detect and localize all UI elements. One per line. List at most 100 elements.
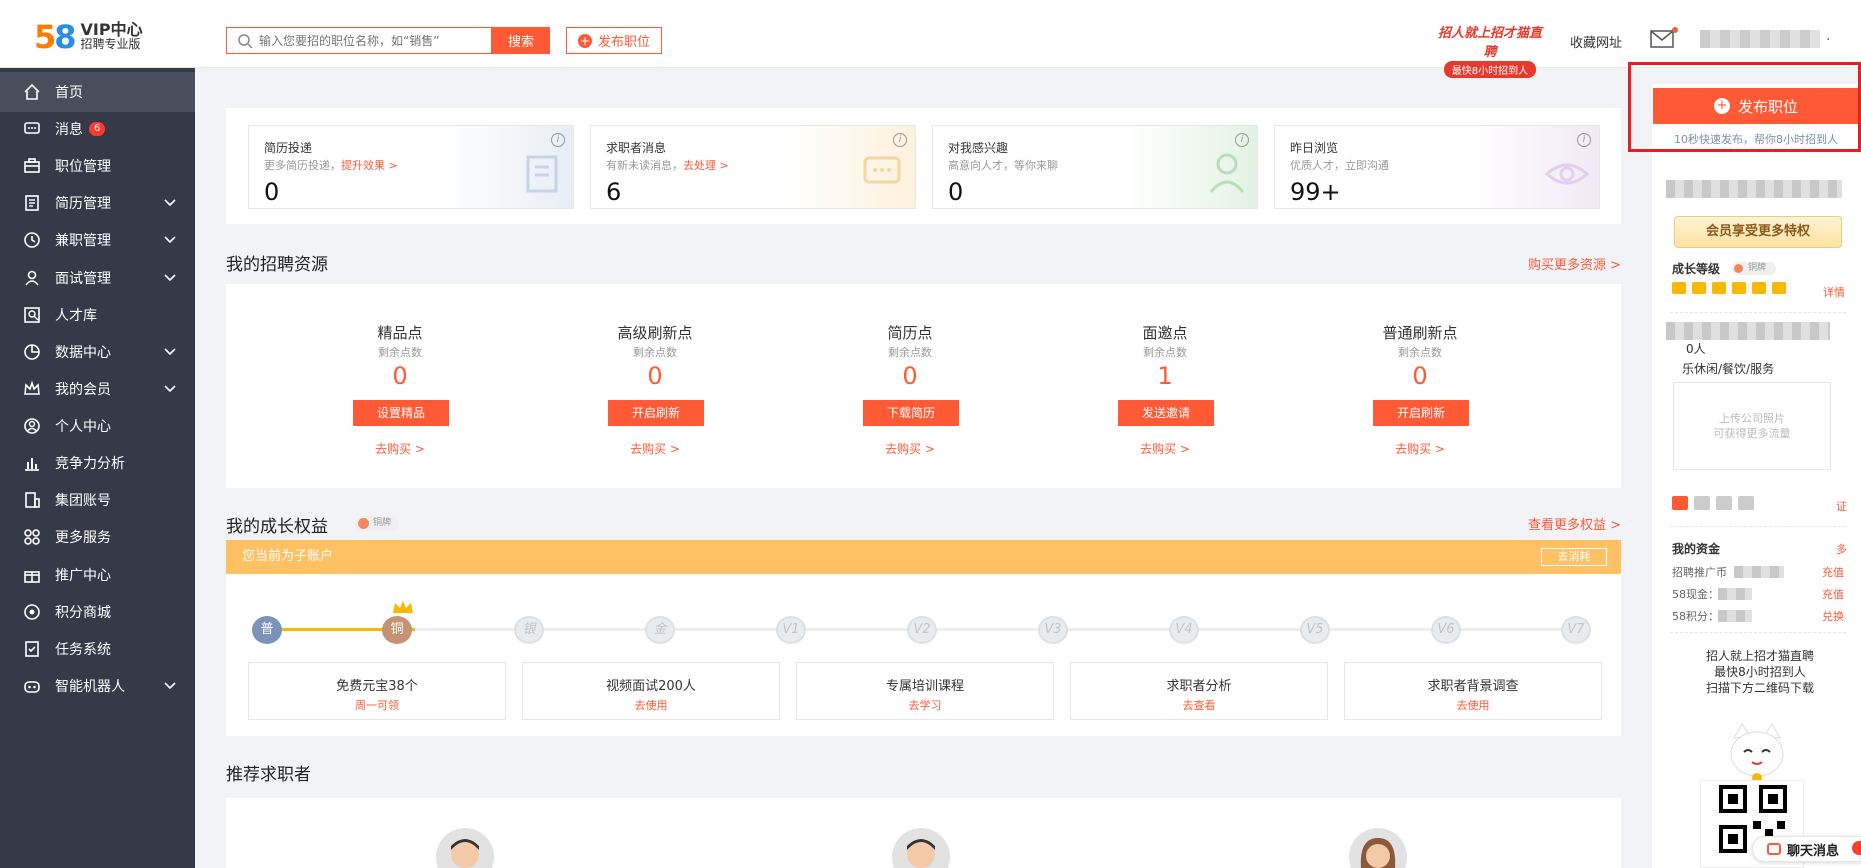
level-node[interactable]: 金 — [645, 616, 675, 644]
sidebar-item-resume[interactable]: 简历管理 — [0, 183, 195, 223]
fund-action-link[interactable]: 充值 — [1822, 586, 1844, 602]
sidebar-item-crown[interactable]: 我的会员 — [0, 369, 195, 409]
resource-buy-link[interactable]: 去购买 > — [810, 440, 1010, 457]
resource-sub: 剩余点数 — [1143, 346, 1187, 359]
benefit-card[interactable]: 求职者背景调查去使用 — [1344, 662, 1602, 720]
privilege-icon — [1672, 282, 1686, 294]
search-button[interactable]: 搜索 — [492, 27, 550, 54]
resource-action-button[interactable]: 开启刷新 — [608, 400, 704, 426]
resource-action-button[interactable]: 开启刷新 — [1373, 400, 1469, 426]
sidebar-item-chart-pie[interactable]: 数据中心 — [0, 332, 195, 372]
candidate-avatar[interactable] — [892, 828, 950, 868]
resource-name: 简历点 — [887, 324, 933, 342]
stat-title: 对我感兴趣 — [948, 141, 1009, 155]
candidate-avatar[interactable] — [436, 828, 494, 868]
sidebar-item-gift[interactable]: 推广中心 — [0, 555, 195, 595]
sidebar-item-grid[interactable]: 更多服务 — [0, 517, 195, 557]
go-consume-button[interactable]: 去消耗 — [1541, 548, 1607, 566]
resource-buy-link[interactable]: 去购买 > — [1065, 440, 1265, 457]
level-node[interactable]: V6 — [1431, 616, 1461, 644]
buy-more-resources-link[interactable]: 购买更多资源 > — [1528, 254, 1621, 273]
growth-details-link[interactable]: 详情 — [1823, 284, 1845, 300]
fund-action-link[interactable]: 充值 — [1822, 564, 1844, 580]
crown-icon — [393, 601, 413, 613]
sidebar-item-clock[interactable]: 兼职管理 — [0, 220, 195, 260]
sidebar-item-robot[interactable]: 智能机器人 — [0, 666, 195, 706]
resource-action-button[interactable]: 下载简历 — [863, 400, 959, 426]
view-more-benefits-link[interactable]: 查看更多权益 > — [1528, 514, 1621, 533]
user-caret[interactable]: . — [1826, 28, 1830, 44]
bronze-badge-small: 铜牌 — [1732, 262, 1776, 275]
sidebar-item-bar-chart[interactable]: 竞争力分析 — [0, 443, 195, 483]
vip-privilege-banner[interactable]: 会员享受更多特权 — [1674, 216, 1842, 248]
benefit-action-link[interactable]: 去使用 — [1345, 697, 1601, 713]
benefit-action-link[interactable]: 周一可领 — [249, 697, 505, 713]
stat-action-link[interactable]: 提升效果 > — [341, 159, 398, 172]
seeker-messages-card[interactable]: 求职者消息 有新未读消息，去处理 >6 i — [590, 125, 916, 209]
level-node[interactable]: 铜 — [382, 616, 412, 644]
logo[interactable]: 58 VIP中心 招聘专业版 — [34, 20, 143, 54]
yesterday-views-card[interactable]: 昨日浏览 优质人才，立即沟通 99+ i — [1274, 125, 1600, 209]
privilege-icon — [1692, 282, 1706, 294]
benefit-card[interactable]: 专属培训课程 去学习 — [796, 662, 1054, 720]
level-node[interactable]: 普 — [252, 616, 282, 644]
sidebar-item-interview[interactable]: 面试管理 — [0, 258, 195, 298]
benefit-action-link[interactable]: 去查看 — [1071, 697, 1327, 713]
resource-name: 普通刷新点 — [1382, 324, 1458, 342]
user-account-blurred[interactable] — [1700, 30, 1820, 48]
level-node[interactable]: V1 — [776, 616, 806, 644]
sidebar-item-home[interactable]: 首页 — [0, 72, 195, 112]
stat-title: 简历投递 — [264, 141, 313, 155]
talent-icon — [24, 307, 40, 323]
resource-buy-link[interactable]: 去购买 > — [1320, 440, 1520, 457]
resource-buy-link[interactable]: 去购买 > — [555, 440, 755, 457]
candidate-avatar[interactable] — [1349, 828, 1407, 868]
fund-action-link[interactable]: 兑换 — [1822, 608, 1844, 624]
resource-action-button[interactable]: 发送邀请 — [1118, 400, 1214, 426]
level-node[interactable]: 银 — [514, 616, 544, 644]
benefit-card[interactable]: 求职者分析 去查看 — [1070, 662, 1328, 720]
promo-banner[interactable]: 招人就上招才猫直聘 最快8小时招到人 — [1432, 22, 1548, 78]
fund-label: 58积分： — [1672, 610, 1719, 623]
benefit-card[interactable]: 免费元宝38个 周一可领 — [248, 662, 506, 720]
resource-action-button[interactable]: 设置精品 — [353, 400, 449, 426]
resource-count: 0 — [1412, 362, 1428, 390]
sidebar-item-points[interactable]: 积分商城 — [0, 592, 195, 632]
resource-name: 高级刷新点 — [617, 324, 693, 342]
chevron-down-icon — [164, 274, 176, 282]
level-node[interactable]: V3 — [1038, 616, 1068, 644]
sidebar-item-message[interactable]: 消息 6 — [0, 109, 195, 149]
sidebar-item-talent[interactable]: 人才库 — [0, 295, 195, 335]
funds-more-link[interactable]: 多 — [1836, 541, 1847, 557]
level-node[interactable]: V2 — [907, 616, 937, 644]
favorites-link[interactable]: 收藏网址 — [1570, 32, 1622, 51]
level-node[interactable]: V7 — [1561, 616, 1591, 644]
level-node[interactable]: V5 — [1300, 616, 1330, 644]
mail-icon[interactable] — [1650, 27, 1678, 48]
badge-icon — [1734, 264, 1743, 273]
badge-label: 铜牌 — [1748, 263, 1767, 273]
benefit-card[interactable]: 视频面试200人 去使用 — [522, 662, 780, 720]
benefit-title: 求职者背景调查 — [1427, 679, 1519, 694]
post-job-button-top[interactable]: + 发布职位 — [566, 27, 662, 54]
sidebar-item-label: 首页 — [55, 85, 83, 101]
sidebar-item-task[interactable]: 任务系统 — [0, 629, 195, 669]
chat-label: 聊天消息 — [1787, 843, 1840, 859]
resource-buy-link[interactable]: 去购买 > — [300, 440, 500, 457]
certify-link[interactable]: 证 — [1836, 498, 1847, 514]
qr-line1: 招人就上招才猫直聘 — [1705, 649, 1814, 663]
search-input[interactable] — [259, 33, 479, 48]
level-node[interactable]: V4 — [1169, 616, 1199, 644]
sidebar-item-group[interactable]: 集团账号 — [0, 480, 195, 520]
resume-delivery-card[interactable]: 简历投递 更多简历投递，提升效果 >0 i — [248, 125, 574, 209]
sidebar-item-user[interactable]: 个人中心 — [0, 406, 195, 446]
interested-card[interactable]: 对我感兴趣 高意向人才，等你来聊 0 i — [932, 125, 1258, 209]
divider — [1670, 312, 1846, 313]
chat-messages-button[interactable]: 聊天消息 — [1752, 836, 1861, 862]
sidebar-item-briefcase[interactable]: 职位管理 — [0, 146, 195, 186]
benefit-action-link[interactable]: 去学习 — [797, 697, 1053, 713]
stat-action-link[interactable]: 去处理 > — [683, 159, 729, 172]
fund-label: 招聘推广币 — [1672, 566, 1727, 579]
benefit-action-link[interactable]: 去使用 — [523, 697, 779, 713]
upload-company-photo[interactable]: 上传公司照片 可获得更多流量 — [1673, 382, 1831, 470]
